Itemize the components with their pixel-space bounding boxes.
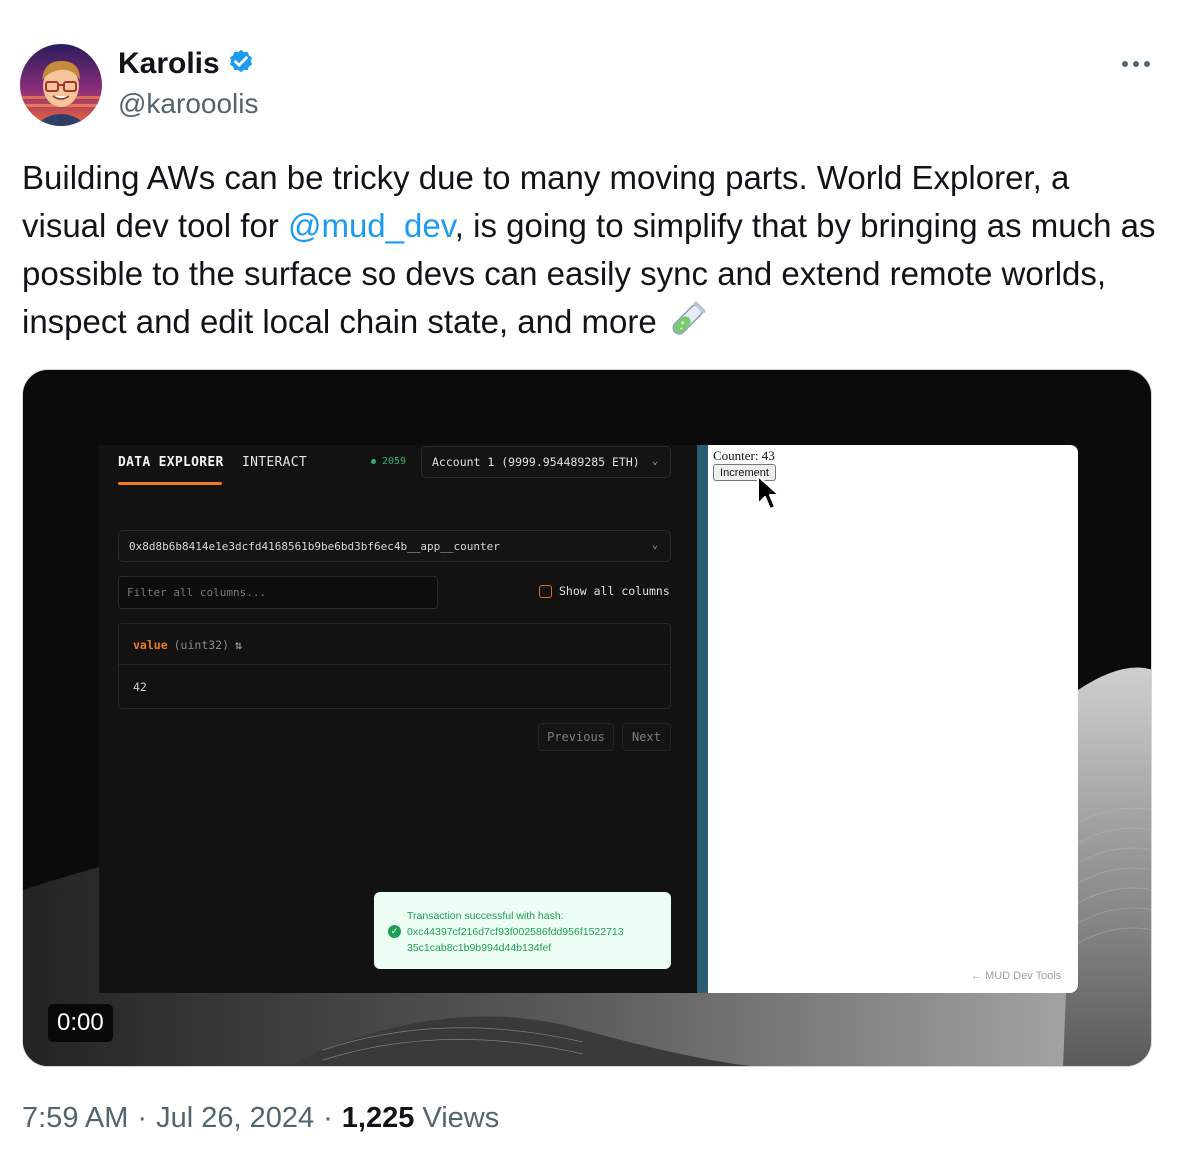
mud-dev-tools-link[interactable]: ← MUD Dev Tools [971, 970, 1061, 982]
status-dot-icon [371, 459, 376, 464]
separator: · [323, 1102, 333, 1134]
avatar[interactable] [20, 44, 102, 126]
previous-page-button[interactable]: Previous [538, 723, 614, 751]
toast-title: Transaction successful with hash: [407, 910, 564, 922]
views-count[interactable]: 1,225 [342, 1102, 415, 1134]
author-name[interactable]: Karolis [118, 47, 220, 81]
column-type: (uint32) [173, 638, 230, 652]
test-tube-icon [666, 299, 708, 341]
table-header-value[interactable]: value (uint32) ⇅ [133, 638, 242, 652]
block-number-value: 2059 [382, 456, 407, 467]
chevron-down-icon: ⌄ [651, 540, 658, 551]
table-select[interactable]: 0x8d8b6b8414e1e3dcfd4168561b9be6bd3bf6ec… [118, 530, 671, 562]
mouse-cursor-icon [757, 475, 780, 510]
separator: · [137, 1102, 148, 1134]
author-name-row[interactable]: Karolis [118, 46, 256, 81]
data-table: value (uint32) ⇅ 42 [118, 623, 671, 709]
checkbox-icon[interactable] [539, 584, 552, 598]
account-select[interactable]: Account 1 (9999.954489285 ETH) ⌄ [421, 446, 671, 478]
sort-icon[interactable]: ⇅ [235, 638, 242, 652]
tab-interact[interactable]: INTERACT [242, 455, 307, 470]
block-number: 2059 [371, 456, 406, 467]
tweet-time[interactable]: 7:59 AM [22, 1102, 128, 1135]
app-preview-panel [708, 445, 1078, 993]
more-options-icon[interactable] [1116, 52, 1156, 76]
tab-data-explorer[interactable]: DATA EXPLORER [118, 455, 224, 470]
video-player[interactable]: DATA EXPLORER INTERACT 2059 Account 1 (9… [22, 369, 1152, 1067]
show-all-columns-checkbox[interactable]: Show all columns [539, 584, 670, 598]
chevron-down-icon: ⌄ [651, 456, 658, 467]
toast-hash-line: 35c1cab8c1b9b994d44b134fef [407, 942, 552, 954]
table-cell[interactable]: 42 [133, 680, 147, 694]
table-select-value: 0x8d8b6b8414e1e3dcfd4168561b9be6bd3bf6ec… [129, 539, 500, 553]
mention-link[interactable]: @mud_dev [288, 207, 455, 244]
tweet-meta: 7:59 AM · Jul 26, 2024 · 1,225 Views [22, 1102, 499, 1135]
views-label: Views [422, 1102, 500, 1134]
table-divider [119, 664, 670, 665]
column-name: value [133, 638, 168, 652]
account-select-value: Account 1 (9999.954489285 ETH) [432, 455, 640, 469]
tweet-text: Building AWs can be tricky due to many m… [22, 154, 1162, 346]
check-circle-icon: ✓ [388, 925, 401, 938]
author-handle[interactable]: @karooolis [118, 88, 258, 120]
filter-columns-input[interactable] [118, 576, 438, 609]
next-page-button[interactable]: Next [622, 723, 671, 751]
tweet-date[interactable]: Jul 26, 2024 [156, 1102, 314, 1135]
verified-badge-icon [226, 46, 256, 81]
toast-hash-line: 0xc44397cf216d7cf93f002586fdd956f1522713 [407, 926, 624, 938]
transaction-toast: ✓ Transaction successful with hash: 0xc4… [374, 892, 671, 969]
active-tab-indicator [118, 482, 222, 485]
counter-text: Counter: 43 [713, 448, 775, 463]
show-all-columns-label: Show all columns [559, 584, 670, 598]
video-timer: 0:00 [48, 1004, 113, 1042]
